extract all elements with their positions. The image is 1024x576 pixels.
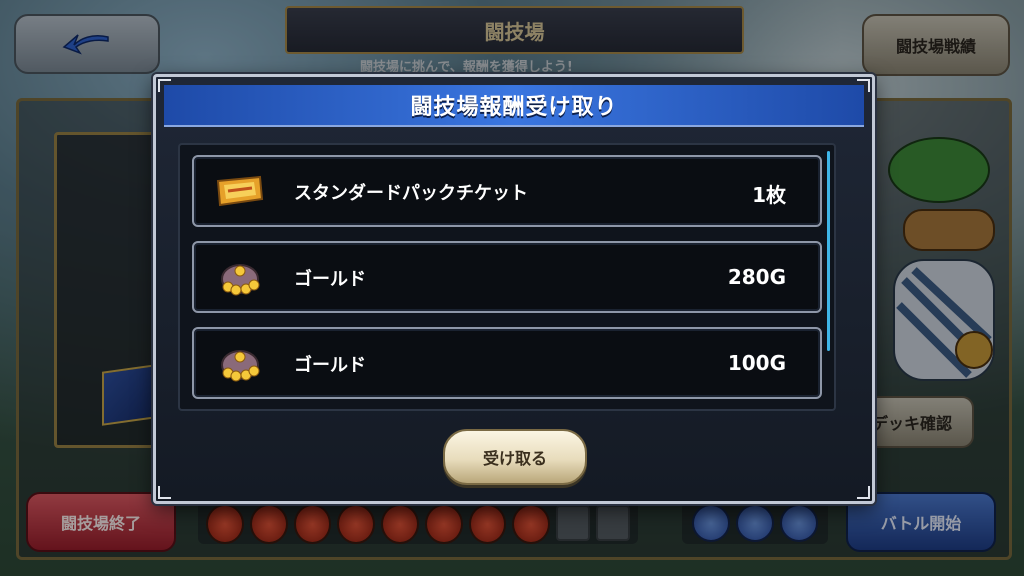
modal-header: 闘技場報酬受け取り <box>164 85 864 127</box>
reward-item: スタンダードパックチケット 1枚 <box>192 155 822 227</box>
ticket-icon <box>216 175 264 207</box>
reward-item-name: ゴールド <box>294 355 366 376</box>
receive-button[interactable]: 受け取る <box>443 429 587 485</box>
reward-item-quantity: 100G <box>727 351 786 375</box>
corner-ornament-icon <box>857 79 870 92</box>
corner-ornament-icon <box>857 486 870 499</box>
modal-title: 闘技場報酬受け取り <box>410 95 618 120</box>
gold-bag-icon <box>221 350 260 382</box>
corner-ornament-icon <box>158 486 171 499</box>
corner-ornament-icon <box>158 79 171 92</box>
list-scrollbar[interactable] <box>827 151 830 351</box>
reward-item: ゴールド 280G <box>192 241 822 313</box>
reward-item-name: ゴールド <box>294 269 366 290</box>
reward-item-name: スタンダードパックチケット <box>294 183 528 204</box>
reward-item-quantity: 280G <box>727 265 786 289</box>
gold-bag-icon <box>221 264 260 296</box>
reward-item-quantity: 1枚 <box>752 183 786 207</box>
reward-list[interactable]: スタンダードパックチケット 1枚 ゴールド 280G ゴールド 100G <box>178 143 836 411</box>
reward-item: ゴールド 100G <box>192 327 822 399</box>
reward-modal: 闘技場報酬受け取り スタンダードパックチケット 1枚 ゴールド 280G ゴール… <box>153 74 875 504</box>
